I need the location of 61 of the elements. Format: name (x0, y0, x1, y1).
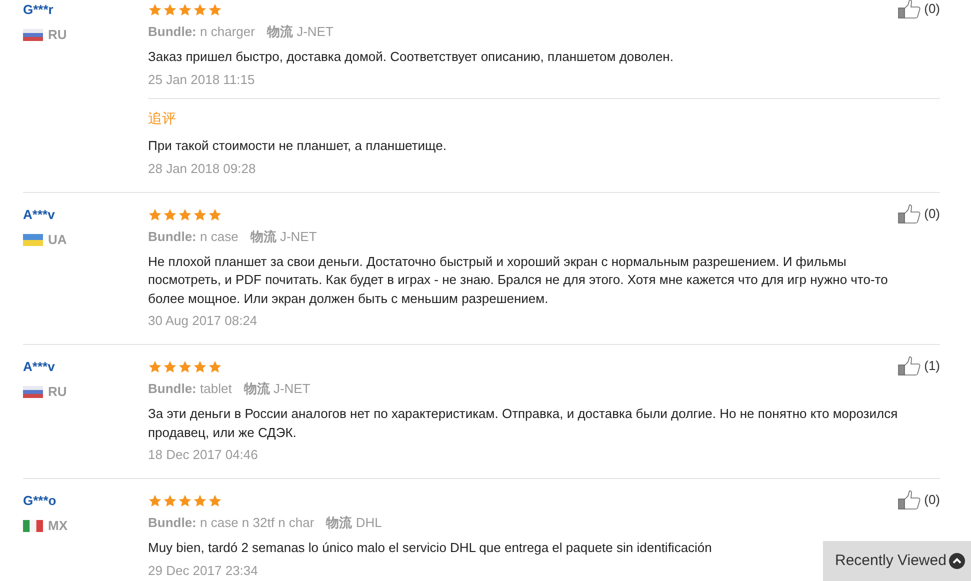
bundle-info: Bundle: n charger (148, 23, 255, 41)
review-date: 29 Dec 2017 23:34 (148, 562, 259, 580)
review-date: 30 Aug 2017 08:24 (148, 312, 258, 330)
star-icon (148, 494, 162, 508)
star-icon (148, 3, 162, 17)
star-icon (193, 494, 207, 508)
reviewer-name[interactable]: G***r (23, 2, 148, 18)
reviewer-name[interactable]: A***v (23, 206, 148, 222)
shipping-info: 物流 J-NET (250, 228, 317, 246)
flag-icon (23, 29, 43, 41)
star-icon (193, 3, 207, 17)
star-icon (163, 494, 177, 508)
bundle-info: Bundle: tablet (148, 380, 232, 398)
flag-icon (23, 520, 43, 532)
star-icon (178, 208, 192, 222)
thumbs-up-icon[interactable] (898, 490, 922, 510)
reviewer-name[interactable]: A***v (23, 359, 148, 375)
review-text: Muy bien, tardó 2 semanas lo único malo el servicio DHL que entrega el paquete sin identificación (148, 539, 713, 557)
flag-icon (23, 234, 43, 246)
country-code: MX (48, 519, 68, 533)
flag-icon (23, 386, 43, 398)
star-icon (208, 360, 222, 374)
star-icon (178, 3, 192, 17)
like-count: (1) (924, 358, 940, 374)
chevron-up-icon (949, 553, 965, 569)
like-count: (0) (924, 492, 940, 508)
thumbs-up-icon[interactable] (898, 204, 922, 224)
recently-viewed-button[interactable]: Recently Viewed (823, 541, 971, 581)
star-icon (148, 208, 162, 222)
country-code: UA (48, 232, 67, 246)
like-count: (0) (924, 206, 940, 222)
star-icon (163, 3, 177, 17)
star-icon (163, 360, 177, 374)
country-code: RU (48, 385, 67, 399)
thumbs-up-icon[interactable] (898, 356, 922, 376)
star-icon (148, 360, 162, 374)
follow-up-text: При такой стоимости не планшет, а планшетище. (148, 136, 448, 154)
follow-up-label: 追评 (148, 108, 177, 126)
reviewer-name[interactable]: G***o (23, 493, 148, 509)
star-icon (163, 208, 177, 222)
star-icon (208, 208, 222, 222)
country-code: RU (48, 28, 67, 42)
review-text: Заказ пришел быстро, доставка домой. Соответствует описанию, планшетом доволен. (148, 48, 674, 66)
star-icon (208, 494, 222, 508)
star-icon (178, 360, 192, 374)
thumbs-up-icon[interactable] (898, 0, 922, 19)
star-icon (178, 494, 192, 508)
bundle-info: Bundle: n case n 32tf n char (148, 514, 314, 532)
like-count: (0) (924, 1, 940, 17)
star-icon (193, 360, 207, 374)
review-date: 18 Dec 2017 04:46 (148, 446, 259, 464)
bundle-info: Bundle: n case (148, 228, 238, 246)
star-icon (193, 208, 207, 222)
star-icon (208, 3, 222, 17)
follow-up-date: 28 Jan 2018 09:28 (148, 160, 257, 178)
shipping-info: 物流 J-NET (266, 23, 334, 41)
review-text: За эти деньги в России аналогов нет по характеристикам. Отправка, и доставка были долгие. Но не понятно кто морозился продавец, или же СДЭК. (148, 405, 899, 442)
shipping-info: 物流 DHL (326, 514, 382, 532)
shipping-info: 物流 J-NET (244, 380, 310, 398)
review-date: 25 Jan 2018 11:15 (148, 70, 256, 88)
review-text: Не плохой планшет за свои деньги. Достаточно быстрый и хороший экран с нормальным разрешением. И фильмы посмотреть, и PDF почитать. Как будет в играх - не знаю. Брался не для этого. Хотя мне кажется что для игр нужно что-то более мощное. Или экран должен быть с меньшим разрешением. (148, 252, 889, 308)
